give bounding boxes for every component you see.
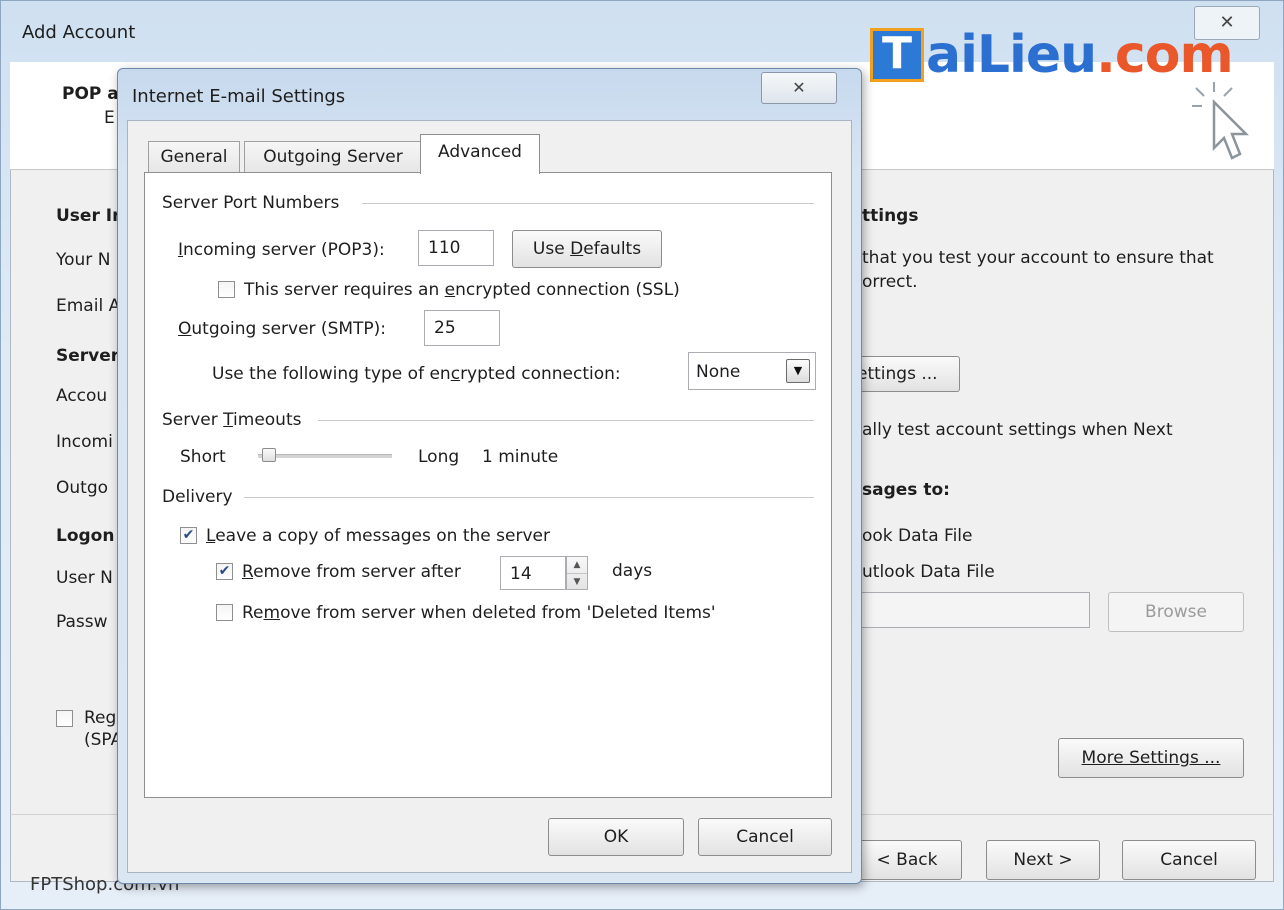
days-label: days — [612, 561, 653, 581]
timeout-slider-thumb[interactable] — [262, 448, 276, 462]
user-info-heading: User In — [56, 206, 125, 226]
tab-general[interactable]: General — [148, 141, 240, 173]
encryption-type-label: Use the following type of encrypted conn… — [212, 364, 621, 384]
ok-button[interactable]: OK — [548, 818, 684, 856]
incoming-port-label: Incoming server (POP3): — [178, 240, 385, 260]
back-button[interactable]: < Back — [852, 840, 962, 880]
logo-text-suffix: .com — [1096, 25, 1233, 85]
email-address-label: Email A — [56, 296, 121, 316]
tab-advanced[interactable]: Advanced — [420, 134, 540, 174]
deliver-messages-heading: sages to: — [862, 480, 950, 500]
spa-checkbox[interactable] — [56, 710, 73, 727]
remove-after-days-value: 14 — [510, 564, 532, 584]
ssl-checkbox[interactable] — [218, 281, 235, 298]
auto-test-label: ally test account settings when Next — [862, 420, 1173, 440]
your-name-label: Your N — [56, 250, 111, 270]
new-data-file-option[interactable]: ook Data File — [862, 526, 973, 546]
leave-copy-label: Leave a copy of messages on the server — [206, 526, 550, 546]
leave-copy-checkbox[interactable]: ✔ — [180, 527, 197, 544]
remove-after-checkbox[interactable]: ✔ — [216, 563, 233, 580]
server-info-heading: Server — [56, 346, 120, 366]
test-settings-text-line1: that you test your account to ensure tha… — [862, 248, 1214, 268]
logo-mark: T — [870, 28, 924, 82]
logo-text-main: aiLieu — [926, 25, 1097, 85]
timeout-short-label: Short — [180, 447, 226, 467]
remove-deleted-label: Remove from server when deleted from 'De… — [242, 603, 716, 623]
days-spinner[interactable]: ▲ ▼ — [566, 556, 588, 590]
remove-after-label: Remove from server after — [242, 562, 461, 582]
chevron-down-icon[interactable]: ▼ — [786, 359, 810, 383]
timeouts-group-label: Server Timeouts — [162, 410, 302, 430]
dialog-cancel-button[interactable]: Cancel — [698, 818, 832, 856]
tailieu-logo: TaiLieu.com — [870, 22, 1234, 92]
header-title: POP a — [62, 84, 119, 104]
outgoing-port-label: Outgoing server (SMTP): — [178, 319, 387, 339]
outgoing-server-label: Outgo — [56, 478, 109, 498]
ports-group-line — [362, 203, 814, 204]
timeout-long-label: Long — [418, 447, 460, 467]
timeouts-group-line — [318, 420, 814, 421]
delivery-group-label: Delivery — [162, 487, 233, 507]
browse-button[interactable]: Browse — [1108, 592, 1244, 632]
ports-group-label: Server Port Numbers — [162, 193, 340, 213]
use-defaults-button[interactable]: Use Defaults — [512, 230, 662, 268]
ssl-label: This server requires an encrypted connec… — [244, 280, 680, 300]
more-settings-label: More Settings ... — [1081, 748, 1221, 768]
timeout-slider-track[interactable] — [258, 454, 392, 458]
data-file-path-input[interactable] — [842, 592, 1090, 628]
delivery-group-line — [244, 497, 814, 498]
account-type-label: Accou — [56, 386, 108, 406]
timeout-value: 1 minute — [482, 447, 559, 467]
cancel-button[interactable]: Cancel — [1122, 840, 1256, 880]
spin-down-icon[interactable]: ▼ — [567, 574, 587, 590]
dialog-title: Internet E-mail Settings — [132, 86, 346, 107]
incoming-server-label: Incomi — [56, 432, 113, 452]
incoming-port-value: 110 — [428, 238, 461, 258]
spin-up-icon[interactable]: ▲ — [567, 557, 587, 574]
tab-outgoing-server[interactable]: Outgoing Server — [244, 141, 422, 173]
test-settings-heading: ttings — [862, 206, 919, 226]
window-title: Add Account — [22, 22, 136, 43]
outgoing-port-value: 25 — [434, 318, 456, 338]
logon-info-heading: Logon — [56, 526, 115, 546]
existing-data-file-option[interactable]: utlook Data File — [862, 562, 995, 582]
test-settings-text-line2: orrect. — [862, 272, 918, 292]
next-button[interactable]: Next > — [986, 840, 1100, 880]
more-settings-button[interactable]: More Settings ... — [1058, 738, 1244, 778]
user-name-label: User N — [56, 568, 113, 588]
password-label: Passw — [56, 612, 108, 632]
encryption-type-value: None — [696, 362, 741, 382]
cursor-icon — [1192, 82, 1250, 160]
logo-text: aiLieu.com — [926, 22, 1234, 88]
spa-label-line1: Reg — [84, 708, 117, 728]
dialog-close-button[interactable]: ✕ — [761, 72, 837, 104]
header-subtitle: E — [104, 108, 115, 128]
remove-deleted-checkbox[interactable] — [216, 604, 233, 621]
